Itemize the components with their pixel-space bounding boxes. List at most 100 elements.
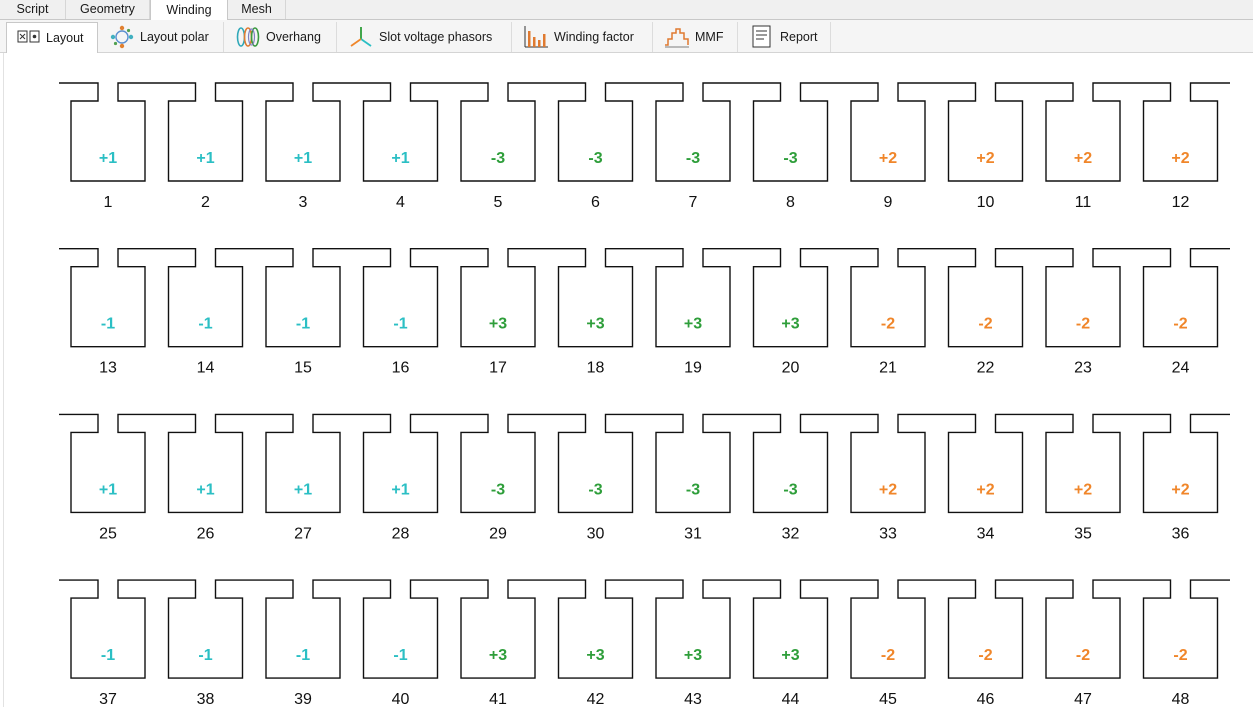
tab-overhang-label: Overhang xyxy=(266,30,321,44)
report-icon xyxy=(749,25,775,49)
tab-layout-label: Layout xyxy=(46,31,84,45)
slot-outline xyxy=(59,579,1230,679)
slot-number: 39 xyxy=(294,691,312,707)
tab-slot-voltage-phasors-label: Slot voltage phasors xyxy=(379,30,493,44)
coil-label: -1 xyxy=(198,647,212,664)
coil-label: +3 xyxy=(489,316,507,333)
tab-winding-factor[interactable]: Winding factor xyxy=(513,22,653,52)
coil-label: -2 xyxy=(1173,316,1187,333)
slot-row xyxy=(59,82,1230,182)
slot-number: 43 xyxy=(684,691,702,707)
slot-number: 48 xyxy=(1172,691,1190,707)
coil-label: -2 xyxy=(881,316,895,333)
layout-polar-icon xyxy=(109,25,135,49)
coil-label: -3 xyxy=(783,481,797,498)
coil-label: +2 xyxy=(976,481,994,498)
slot-number: 18 xyxy=(587,360,605,377)
slot-number: 9 xyxy=(884,194,893,211)
slot-number: 27 xyxy=(294,525,312,542)
slot-number: 32 xyxy=(782,525,800,542)
slot-number: 31 xyxy=(684,525,702,542)
phasor-icon xyxy=(348,25,374,49)
tab-slot-voltage-phasors[interactable]: Slot voltage phasors xyxy=(338,22,512,52)
coil-label: -1 xyxy=(101,316,115,333)
coil-label: +3 xyxy=(586,316,604,333)
coil-label: +3 xyxy=(489,647,507,664)
tab-layout-polar[interactable]: Layout polar xyxy=(99,22,224,52)
slot-number: 24 xyxy=(1172,360,1190,377)
mmf-step-icon xyxy=(664,25,690,49)
slot-number: 40 xyxy=(392,691,410,707)
tab-script[interactable]: Script xyxy=(0,0,66,19)
slot-number: 23 xyxy=(1074,360,1092,377)
coil-label: -2 xyxy=(978,316,992,333)
slot-outline xyxy=(59,82,1230,182)
coil-label: +3 xyxy=(684,647,702,664)
winding-layout-canvas: +1 1 +1 2 +1 3 +1 4 -3 5 -3 6 -3 7 -3 8 +2 9 +2 10 +2 11 +2 12 -… xyxy=(3,53,1253,707)
slot-number: 25 xyxy=(99,525,117,542)
slot-row xyxy=(59,579,1230,679)
slot-number: 8 xyxy=(786,194,795,211)
coil-label: -2 xyxy=(881,647,895,664)
tab-mesh[interactable]: Mesh xyxy=(228,0,286,19)
slot-number: 1 xyxy=(104,194,113,211)
slot-number: 10 xyxy=(977,194,995,211)
coil-label: -3 xyxy=(686,481,700,498)
slot-number: 29 xyxy=(489,525,507,542)
slot-number: 36 xyxy=(1172,525,1190,542)
coil-label: -2 xyxy=(1076,647,1090,664)
coil-label: -1 xyxy=(393,316,407,333)
slot-number: 11 xyxy=(1075,194,1092,211)
coil-label: +1 xyxy=(99,481,117,498)
slot-number: 5 xyxy=(494,194,503,211)
coil-label: +2 xyxy=(879,150,897,167)
winding-layout-drawing: +1 1 +1 2 +1 3 +1 4 -3 5 -3 6 -3 7 -3 8 +2 9 +2 10 +2 11 +2 12 -… xyxy=(59,82,1230,707)
coil-label: -2 xyxy=(978,647,992,664)
coil-label: -2 xyxy=(1076,316,1090,333)
layout-icon xyxy=(17,26,41,50)
slot-number: 2 xyxy=(201,194,210,211)
slot-number: 26 xyxy=(197,525,215,542)
tab-winding-factor-label: Winding factor xyxy=(554,30,634,44)
overhang-icon xyxy=(235,25,261,49)
coil-label: +1 xyxy=(99,150,117,167)
coil-label: +2 xyxy=(976,150,994,167)
tab-report[interactable]: Report xyxy=(739,22,831,52)
tab-mmf-label: MMF xyxy=(695,30,724,44)
slot-number: 38 xyxy=(197,691,215,707)
slot-number: 35 xyxy=(1074,525,1092,542)
bar-chart-icon xyxy=(523,25,549,49)
coil-label: -2 xyxy=(1173,647,1187,664)
slot-number: 13 xyxy=(99,360,117,377)
slot-number: 42 xyxy=(587,691,605,707)
coil-label: +2 xyxy=(1171,150,1189,167)
tab-report-label: Report xyxy=(780,30,818,44)
slot-row xyxy=(59,248,1230,348)
coil-label: +1 xyxy=(391,481,409,498)
coil-label: +1 xyxy=(294,150,312,167)
slot-number: 44 xyxy=(782,691,800,707)
coil-label: +1 xyxy=(196,481,214,498)
slot-number: 16 xyxy=(392,360,410,377)
coil-label: +3 xyxy=(781,316,799,333)
tab-mmf[interactable]: MMF xyxy=(654,22,738,52)
slot-number: 7 xyxy=(689,194,698,211)
tab-geometry[interactable]: Geometry xyxy=(66,0,150,19)
tab-winding[interactable]: Winding xyxy=(150,0,228,20)
slot-number: 22 xyxy=(977,360,995,377)
winding-view-tab-bar: Layout Layout polar Overhang Slot voltag… xyxy=(0,20,1253,53)
coil-label: -3 xyxy=(686,150,700,167)
coil-label: -3 xyxy=(588,150,602,167)
coil-label: +1 xyxy=(391,150,409,167)
tab-overhang[interactable]: Overhang xyxy=(225,22,337,52)
coil-label: +2 xyxy=(1074,150,1092,167)
main-tab-bar: Script Geometry Winding Mesh xyxy=(0,0,1253,20)
slot-number: 20 xyxy=(782,360,800,377)
slot-number: 46 xyxy=(977,691,995,707)
slot-number: 4 xyxy=(396,194,405,211)
slot-number: 34 xyxy=(977,525,995,542)
slot-number: 15 xyxy=(294,360,312,377)
tab-layout[interactable]: Layout xyxy=(6,22,98,53)
slot-number: 28 xyxy=(392,525,410,542)
coil-label: -3 xyxy=(491,150,505,167)
